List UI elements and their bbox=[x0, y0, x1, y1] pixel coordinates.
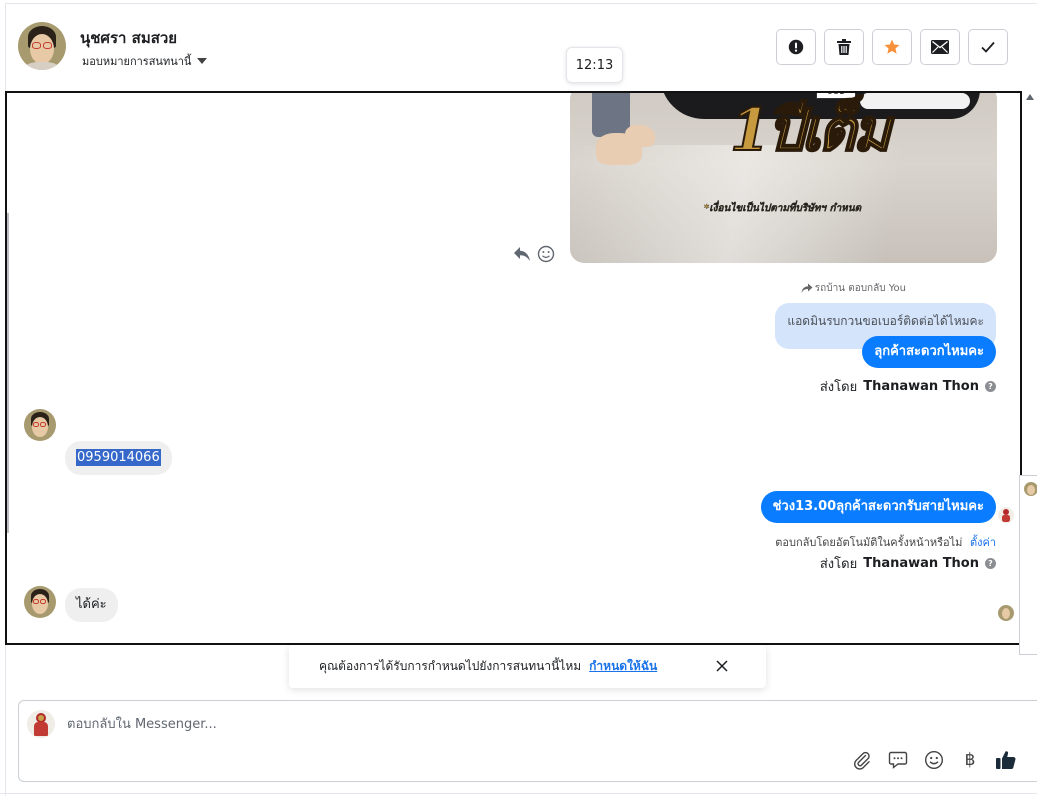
selected-phone-number[interactable]: 0959014066 bbox=[76, 449, 161, 466]
timestamp-tooltip: 12:13 bbox=[566, 47, 623, 83]
side-panel-avatar bbox=[1024, 482, 1037, 496]
mark-done-button[interactable] bbox=[968, 29, 1008, 65]
reply-arrow-icon bbox=[801, 283, 813, 293]
auto-reply-settings-link[interactable]: ตั้งค่า bbox=[970, 536, 996, 549]
contact-avatar-small bbox=[24, 409, 56, 441]
comment-icon bbox=[888, 751, 908, 769]
image-attachment[interactable]: 981 1ปีเต็ม *เงื่อนไขเป็นไปตามที่บริษัทฯ… bbox=[570, 93, 997, 263]
scroll-up-arrow-icon[interactable] bbox=[1026, 94, 1034, 100]
reply-input[interactable] bbox=[67, 713, 767, 735]
paperclip-icon bbox=[854, 751, 870, 770]
delete-button[interactable] bbox=[824, 29, 864, 65]
star-icon bbox=[884, 39, 900, 54]
assign-prompt-banner: คุณต้องการได้รับการกำหนดไปยังการสนทนานี้… bbox=[289, 645, 766, 688]
sent-by-label: ส่งโดย Thanawan Thon ? bbox=[820, 376, 996, 397]
emoji-button[interactable] bbox=[923, 749, 945, 771]
baht-icon: ฿ bbox=[964, 750, 976, 770]
reply-context: รถบ้าน ตอบกลับ You bbox=[801, 281, 906, 296]
promo-headline: 1ปีเต็ม bbox=[729, 95, 892, 165]
contact-avatar-small bbox=[24, 586, 56, 618]
outgoing-message[interactable]: ลุกค้าสะดวกไหมคะ bbox=[862, 336, 996, 368]
page-avatar bbox=[27, 710, 55, 738]
trash-icon bbox=[837, 39, 851, 55]
send-like-button[interactable] bbox=[995, 749, 1017, 771]
composer-tools: ฿ bbox=[851, 749, 1017, 771]
thread-scroll-track bbox=[7, 213, 9, 533]
sent-by-prefix: ส่งโดย bbox=[819, 380, 858, 395]
help-icon[interactable]: ? bbox=[985, 381, 996, 392]
reply-icon[interactable] bbox=[513, 246, 531, 262]
attach-file-button[interactable] bbox=[851, 749, 873, 771]
media-actions bbox=[513, 245, 555, 263]
mark-unread-button[interactable] bbox=[920, 29, 960, 65]
conversation-toolbar bbox=[776, 29, 1008, 65]
auto-reply-text: ตอบกลับโดยอัตโนมัติในครั้งหน้าหรือไม่ bbox=[775, 536, 963, 549]
assign-to-me-link[interactable]: กำหนดให้ฉัน bbox=[589, 657, 657, 676]
sent-by-prefix: ส่งโดย bbox=[819, 557, 858, 572]
envelope-icon bbox=[931, 40, 949, 54]
side-panel-edge[interactable] bbox=[1019, 475, 1037, 655]
outgoing-message[interactable]: ช่วง13.00ลุกค้าสะดวกรับสายไหมคะ bbox=[760, 491, 996, 523]
react-smiley-icon[interactable] bbox=[537, 245, 555, 263]
contact-avatar[interactable] bbox=[18, 22, 66, 70]
seen-receipt-avatar bbox=[998, 605, 1014, 621]
seen-receipt-avatar bbox=[998, 507, 1014, 523]
incoming-message[interactable]: 0959014066 bbox=[65, 441, 172, 475]
contact-name: นุชศรา สมสวย bbox=[80, 29, 178, 47]
message-composer: ฿ bbox=[18, 700, 1037, 782]
bottom-border bbox=[0, 793, 1037, 794]
message-thread[interactable]: 981 1ปีเต็ม *เงื่อนไขเป็นไปตามที่บริษัทฯ… bbox=[5, 91, 1022, 645]
assign-prompt-text: คุณต้องการได้รับการกำหนดไปยังการสนทนานี้… bbox=[319, 659, 582, 673]
caret-down-icon bbox=[197, 58, 208, 64]
assign-conversation-dropdown[interactable]: มอบหมายการสนทนานี้ bbox=[82, 52, 208, 70]
sent-by-name: Thanawan Thon bbox=[863, 556, 979, 571]
close-icon[interactable] bbox=[714, 658, 730, 674]
payment-button[interactable]: ฿ bbox=[959, 749, 981, 771]
reply-context-text: รถบ้าน ตอบกลับ You bbox=[814, 283, 906, 294]
help-icon[interactable]: ? bbox=[985, 558, 996, 569]
assign-label: มอบหมายการสนทนานี้ bbox=[82, 55, 192, 68]
smiley-icon bbox=[924, 750, 944, 770]
exclamation-icon bbox=[788, 39, 804, 55]
promo-subtext: *เงื่อนไขเป็นไปตามที่บริษัทฯ กำหนด bbox=[704, 203, 862, 214]
auto-reply-prompt: ตอบกลับโดยอัตโนมัติในครั้งหน้าหรือไม่ ตั… bbox=[775, 533, 996, 551]
saved-replies-button[interactable] bbox=[887, 749, 909, 771]
check-icon bbox=[981, 41, 995, 53]
incoming-message[interactable]: ได้ค่ะ bbox=[65, 588, 118, 622]
sent-by-label: ส่งโดย Thanawan Thon ? bbox=[820, 553, 996, 574]
sent-by-name: Thanawan Thon bbox=[863, 379, 979, 394]
mark-spam-button[interactable] bbox=[776, 29, 816, 65]
star-button[interactable] bbox=[872, 29, 912, 65]
thumbs-up-icon bbox=[996, 751, 1016, 769]
